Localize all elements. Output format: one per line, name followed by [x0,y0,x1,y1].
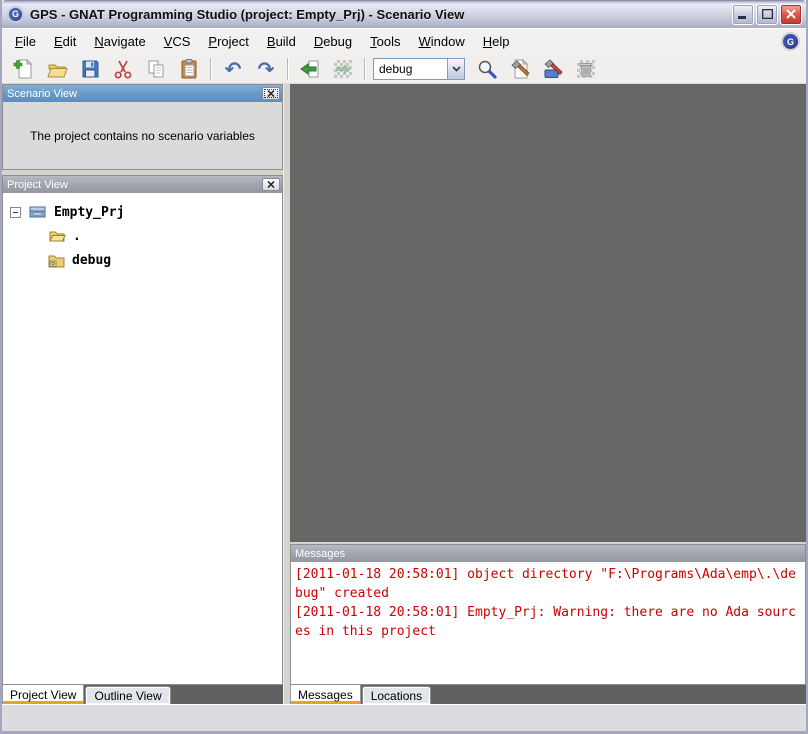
open-folder-button[interactable] [43,56,71,82]
scenario-view-title: Scenario View [7,87,78,100]
gps-main-window: G GPS - GNAT Programming Studio (project… [0,0,808,734]
custom-build-button[interactable] [539,56,567,82]
close-icon [786,9,796,19]
messages-titlebar[interactable]: Messages [291,545,805,562]
undo-button[interactable]: ↶ [219,56,247,82]
minimize-button[interactable] [732,3,754,25]
paste-button[interactable] [175,56,203,82]
messages-log: [2011-01-18 20:58:01] object directory "… [291,562,805,684]
new-file-button[interactable] [10,56,38,82]
paste-icon [178,58,200,80]
scenario-empty-text: The project contains no scenario variabl… [30,128,255,143]
menu-vcs[interactable]: VCS [155,31,200,52]
message-line: [2011-01-18 20:58:01] object directory "… [295,567,796,601]
search-button[interactable] [473,56,501,82]
bottom-tab-bar: Messages Locations [290,685,806,704]
menu-navigate[interactable]: Navigate [85,31,154,52]
menu-tools[interactable]: Tools [361,31,409,52]
window-title: GPS - GNAT Programming Studio (project: … [30,6,465,22]
toolbar-separator [287,57,289,80]
project-view-panel: Project View Empty_Prj. debug [2,175,283,685]
vertical-splitter[interactable] [283,84,290,704]
build-main-button[interactable] [506,56,534,82]
close-button[interactable] [780,3,802,25]
toolbar-separator [364,57,366,80]
navigate-back-icon [299,58,321,80]
cut-button[interactable] [109,56,137,82]
tree-node-dot[interactable]: . [3,224,282,248]
scenario-view-close-button[interactable] [262,87,280,100]
search-icon [476,58,498,80]
navigate-forward-button [329,56,357,82]
save-icon [79,58,101,80]
tree-node-label: Empty_Prj [54,204,125,220]
minimize-icon [738,15,746,19]
open-folder-icon [46,58,68,80]
maximize-button[interactable] [756,3,778,25]
tab-locations[interactable]: Locations [362,687,431,704]
editor-area[interactable] [290,84,806,542]
right-column: Messages [2011-01-18 20:58:01] object di… [290,84,806,704]
left-tab-bar: Project View Outline View [2,685,283,704]
menu-edit[interactable]: Edit [45,31,85,52]
tree-node-label: debug [72,252,112,268]
close-icon [267,181,275,188]
scenario-view-body: The project contains no scenario variabl… [3,102,282,169]
copy-button[interactable] [142,56,170,82]
gps-logo-icon: G [781,32,800,51]
left-column: Scenario View The project contains no sc… [2,84,283,704]
chevron-down-icon[interactable] [447,58,464,79]
toolbar: ↶ ↷ debug [2,54,806,84]
messages-title: Messages [295,547,346,560]
navigate-forward-icon [334,59,352,78]
build-mode-combobox[interactable]: debug [373,57,465,80]
cut-icon [112,58,134,80]
status-bar [2,704,806,731]
menu-bar: File Edit Navigate VCS Project Build Debug Tool… [2,28,806,54]
menu-file[interactable]: File [6,31,45,52]
scenario-view-panel: Scenario View The project contains no sc… [2,84,283,170]
title-bar[interactable]: G GPS - GNAT Programming Studio (project… [2,0,806,28]
tree-expander-icon[interactable] [10,206,21,218]
toolbar-separator [210,57,212,80]
messages-panel: Messages [2011-01-18 20:58:01] object di… [290,544,806,685]
menu-project[interactable]: Project [199,31,257,52]
tab-outline-view[interactable]: Outline View [86,687,170,704]
project-view-titlebar[interactable]: Project View [3,176,282,193]
project-view-title: Project View [7,178,68,191]
undo-icon: ↶ [224,56,242,81]
project-view-close-button[interactable] [262,178,280,191]
tree-node-label: . [73,228,81,244]
custom-build-icon [542,58,564,80]
object-folder-icon [48,253,65,268]
tab-messages[interactable]: Messages [290,685,361,704]
navigate-back-button[interactable] [296,56,324,82]
main-area: Scenario View The project contains no sc… [2,84,806,704]
menu-window[interactable]: Window [409,31,473,52]
save-button[interactable] [76,56,104,82]
message-line: [2011-01-18 20:58:01] Empty_Prj: Warning… [295,605,796,639]
clean-icon [577,59,595,78]
scenario-view-titlebar[interactable]: Scenario View [3,85,282,102]
menu-help[interactable]: Help [474,31,519,52]
open-folder-icon [48,228,66,244]
project-tree[interactable]: Empty_Prj. debug [3,193,282,684]
menu-build[interactable]: Build [258,31,305,52]
menu-bar-items: File Edit Navigate VCS Project Build Debug Tool… [6,31,781,52]
project-icon [28,203,47,221]
redo-button[interactable]: ↷ [252,56,280,82]
menu-debug[interactable]: Debug [305,31,361,52]
close-icon [267,90,275,97]
new-file-icon [13,58,35,80]
build-main-icon [509,58,531,80]
maximize-icon [761,9,773,19]
tree-node-empty_prj[interactable]: Empty_Prj [3,200,282,224]
clean-button [572,56,600,82]
window-icon: G [7,5,24,23]
copy-icon [145,58,167,80]
build-mode-value: debug [379,61,413,76]
tab-project-view[interactable]: Project View [2,685,85,704]
tree-node-debug[interactable]: debug [3,248,282,272]
redo-icon: ↷ [257,56,275,81]
